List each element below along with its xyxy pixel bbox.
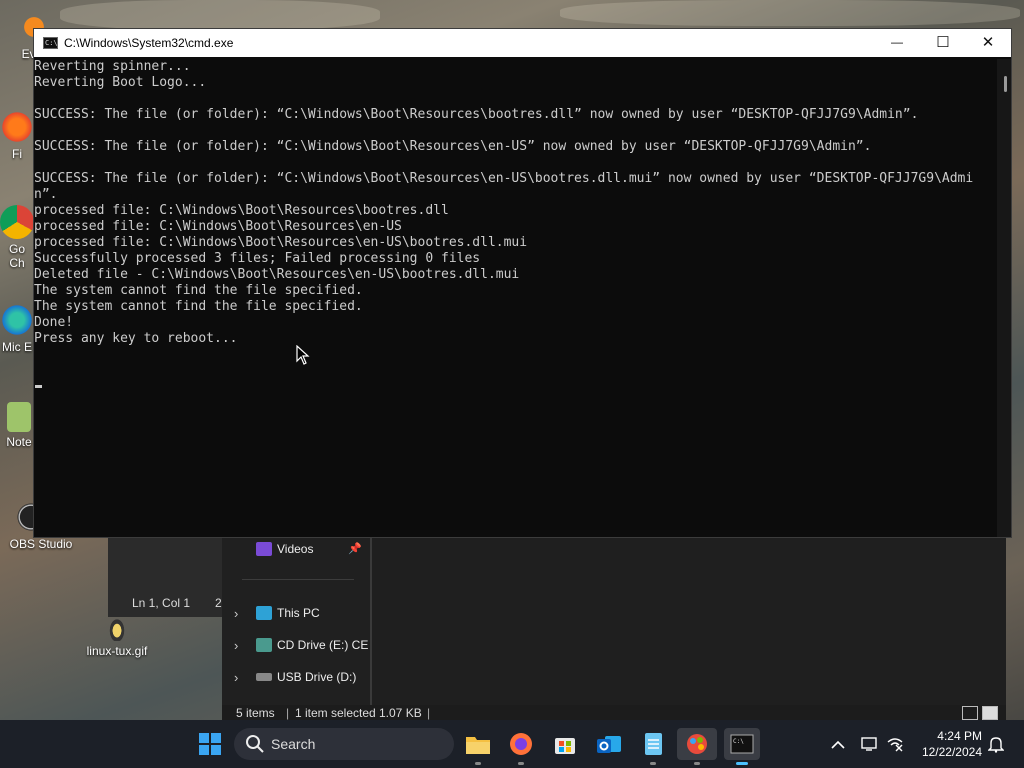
selection-size: 1.07 KB	[379, 706, 422, 720]
status-separator: |	[427, 706, 431, 720]
network-disconnected-icon[interactable]	[886, 736, 904, 752]
svg-text:C:\: C:\	[733, 738, 744, 745]
videos-folder-icon	[256, 542, 272, 556]
desktop-icon-linux-tux[interactable]: linux-tux.gif	[82, 615, 152, 658]
cmd-app-icon: C:\	[43, 37, 58, 49]
start-icon	[199, 733, 221, 755]
large-icons-view-button[interactable]	[982, 706, 998, 720]
notification-bell-icon[interactable]	[988, 735, 1004, 753]
pin-icon[interactable]: 📌	[348, 542, 362, 555]
mouse-pointer-icon	[296, 345, 310, 365]
cmd-window[interactable]: C:\ C:\Windows\System32\cmd.exe — ☐ ✕ Re…	[33, 28, 1012, 538]
console-scrollbar[interactable]	[997, 59, 1011, 537]
minimize-button[interactable]: —	[874, 29, 920, 57]
file-explorer-icon	[466, 737, 490, 754]
show-hidden-icons-chevron-icon[interactable]	[831, 740, 845, 750]
taskbar-notepad[interactable]	[637, 728, 669, 765]
notepadpp-icon	[7, 402, 31, 432]
start-button[interactable]	[194, 728, 226, 760]
edge-icon	[0, 303, 34, 337]
maximize-button[interactable]: ☐	[920, 29, 966, 57]
nav-item-usb-drive[interactable]: › USB Drive (D:)	[222, 665, 368, 689]
taskbar-firefox[interactable]	[505, 728, 537, 765]
console-output[interactable]: Reverting spinner... Reverting Boot Logo…	[34, 59, 998, 537]
taskbar-terminal[interactable]: C:\	[724, 728, 760, 765]
nav-item-this-pc[interactable]: › This PC	[222, 601, 368, 625]
cmd-window-title: C:\Windows\System32\cmd.exe	[64, 36, 234, 50]
taskbar-outlook[interactable]	[593, 728, 625, 760]
chevron-right-icon[interactable]: ›	[234, 606, 238, 621]
microsoft-store-icon	[555, 738, 575, 754]
desktop-icon-label: Go Ch	[8, 242, 25, 270]
display-icon[interactable]	[861, 736, 879, 752]
firefox-icon	[510, 733, 532, 755]
chevron-right-icon[interactable]: ›	[234, 670, 238, 685]
status-separator: |	[286, 706, 290, 720]
nav-item-cd-drive[interactable]: › CD Drive (E:) CE	[222, 633, 368, 657]
taskbar: Search C:\ 4:24 PM 12/22/2024	[0, 720, 1024, 768]
terminal-icon: C:\	[730, 734, 754, 754]
desktop-icon-label: Note	[6, 435, 32, 449]
desktop-icon-label: Fi	[12, 147, 22, 161]
nav-divider	[242, 579, 354, 580]
desktop-icon-label: linux-tux.gif	[86, 644, 148, 658]
search-icon	[246, 735, 264, 753]
wallpaper-highlight	[560, 0, 1020, 26]
chevron-right-icon[interactable]: ›	[234, 638, 238, 653]
running-indicator	[518, 762, 524, 765]
paint-icon	[687, 734, 707, 754]
desktop-icon-edge[interactable]: Mic E	[0, 303, 34, 354]
search-label: Search	[271, 736, 316, 752]
usb-drive-icon	[256, 673, 272, 681]
navigation-pane: Videos 📌 › This PC › CD Drive (E:) CE › …	[222, 537, 372, 705]
selection-count: 1 item selected	[295, 706, 376, 720]
nav-item-label: USB Drive (D:)	[277, 670, 357, 684]
desktop-icon-notepadpp[interactable]: Note	[4, 402, 34, 449]
notepad-status-extra: 2	[215, 596, 222, 610]
desktop-icon-firefox[interactable]: Fi	[0, 110, 34, 161]
gif-file-icon	[107, 615, 127, 641]
nav-item-label: CD Drive (E:) CE	[277, 638, 369, 652]
taskbar-paint[interactable]	[677, 728, 717, 765]
nav-item-label: Videos	[277, 542, 314, 556]
desktop-icon-chrome[interactable]: Go Ch	[0, 205, 34, 270]
item-count: 5 items	[236, 706, 275, 720]
this-pc-icon	[256, 606, 272, 620]
nav-item-videos[interactable]: Videos 📌	[222, 537, 368, 561]
taskbar-search-box[interactable]: Search	[234, 728, 454, 760]
running-indicator	[650, 762, 656, 765]
taskbar-file-explorer[interactable]	[462, 728, 494, 765]
text-cursor	[35, 385, 42, 388]
file-explorer-window: Videos 📌 › This PC › CD Drive (E:) CE › …	[222, 537, 1006, 720]
scrollbar-thumb[interactable]	[1004, 76, 1007, 92]
explorer-status-bar: 5 items | 1 item selected 1.07 KB |	[222, 705, 1006, 720]
notepad-cursor-position: Ln 1, Col 1	[132, 596, 191, 610]
nav-item-label: This PC	[277, 606, 320, 620]
console-text: Reverting spinner... Reverting Boot Logo…	[34, 59, 974, 346]
running-indicator	[475, 762, 481, 765]
close-button[interactable]: ✕	[965, 29, 1011, 57]
details-view-button[interactable]	[962, 706, 978, 720]
chrome-icon	[0, 205, 34, 239]
taskbar-microsoft-store[interactable]	[549, 728, 581, 760]
firefox-icon	[0, 110, 34, 144]
wallpaper-highlight	[60, 0, 380, 30]
desktop-icon-label: Mic E	[2, 340, 32, 354]
clock-time[interactable]: 4:24 PM	[912, 729, 982, 743]
cd-drive-icon	[256, 638, 272, 652]
active-indicator	[736, 762, 748, 765]
clock-date[interactable]: 12/22/2024	[906, 745, 982, 759]
cmd-title-bar[interactable]: C:\ C:\Windows\System32\cmd.exe — ☐ ✕	[34, 29, 1011, 57]
notepad-status-bar: Ln 1, Col 1 2	[108, 590, 223, 617]
running-indicator	[694, 762, 700, 765]
outlook-icon	[597, 736, 621, 753]
notepad-icon	[645, 733, 662, 755]
desktop-icon-label: OBS Studio	[9, 537, 73, 551]
